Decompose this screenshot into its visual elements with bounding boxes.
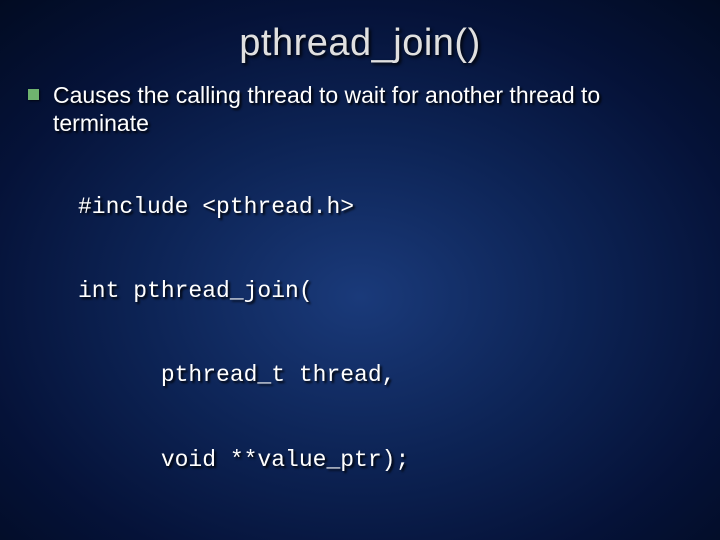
slide: pthread_join() Causes the calling thread…	[0, 0, 720, 540]
code-line: #include <pthread.h>	[78, 193, 692, 221]
code-line: void **value_ptr);	[78, 446, 692, 474]
code-block: #include <pthread.h> int pthread_join( p…	[78, 137, 692, 530]
main-bullet-block: Causes the calling thread to wait for an…	[53, 81, 692, 530]
slide-title: pthread_join()	[0, 0, 720, 81]
square-bullet-icon	[28, 89, 39, 100]
slide-body: Causes the calling thread to wait for an…	[0, 81, 720, 540]
code-line: int pthread_join(	[78, 277, 692, 305]
code-line: pthread_t thread,	[78, 361, 692, 389]
main-bullet-row: Causes the calling thread to wait for an…	[28, 81, 692, 530]
main-bullet-text: Causes the calling thread to wait for an…	[53, 81, 692, 137]
